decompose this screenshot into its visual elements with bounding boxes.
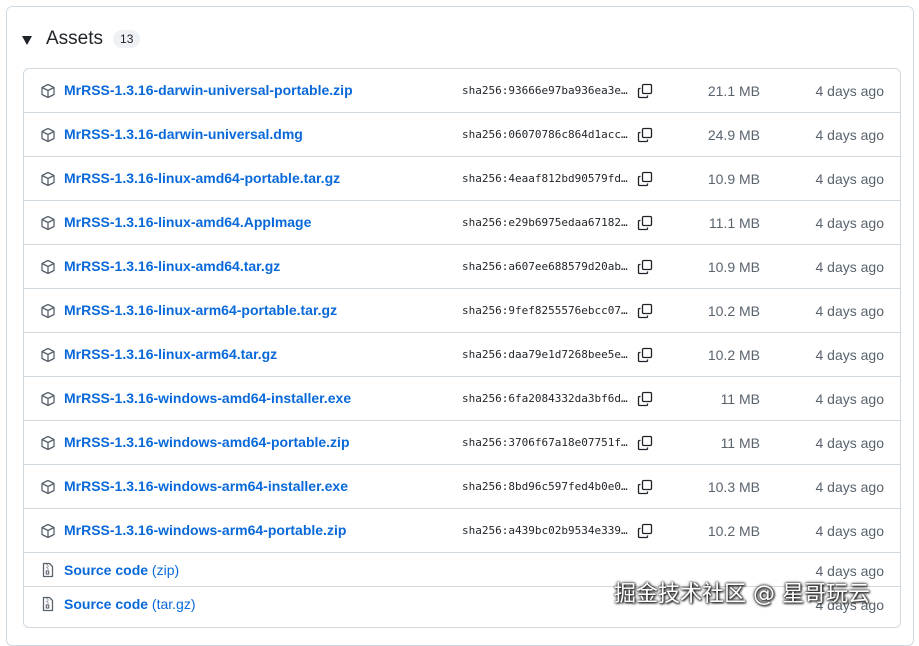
asset-size: 11 MB (720, 391, 760, 407)
copy-icon[interactable] (635, 477, 655, 497)
asset-download-link[interactable]: MrRSS-1.3.16-linux-arm64-portable.tar.gz (64, 302, 337, 318)
asset-sha256: sha256:a439bc02b9534e339… (462, 524, 628, 537)
asset-date: 4 days ago (815, 303, 885, 319)
asset-size: 10.3 MB (707, 479, 760, 495)
copy-icon[interactable] (635, 169, 655, 189)
package-icon (40, 435, 56, 451)
copy-icon[interactable] (635, 301, 655, 321)
asset-download-link[interactable]: MrRSS-1.3.16-windows-amd64-portable.zip (64, 434, 350, 450)
asset-size: 11 MB (720, 435, 760, 451)
asset-row: MrRSS-1.3.16-windows-amd64-installer.exe… (24, 377, 900, 421)
asset-date: 4 days ago (815, 435, 885, 451)
asset-download-link[interactable]: MrRSS-1.3.16-windows-arm64-installer.exe (64, 478, 348, 494)
asset-row: MrRSS-1.3.16-linux-arm64.tar.gz sha256:da… (24, 333, 900, 377)
asset-date: 4 days ago (815, 83, 885, 99)
asset-size: 10.9 MB (707, 259, 760, 275)
asset-row: MrRSS-1.3.16-darwin-universal-portable.z… (24, 69, 900, 113)
copy-icon[interactable] (635, 257, 655, 277)
asset-row: MrRSS-1.3.16-linux-amd64-portable.tar.gz… (24, 157, 900, 201)
package-icon (40, 347, 56, 363)
asset-sha256: sha256:06070786c864d1acc… (462, 128, 628, 141)
asset-date: 4 days ago (815, 479, 885, 495)
copy-icon[interactable] (635, 389, 655, 409)
package-icon (40, 479, 56, 495)
copy-icon[interactable] (635, 433, 655, 453)
copy-icon[interactable] (635, 345, 655, 365)
asset-download-link[interactable]: MrRSS-1.3.16-linux-amd64.tar.gz (64, 258, 280, 274)
asset-size: 10.2 MB (707, 347, 760, 363)
asset-sha256: sha256:3706f67a18e07751f… (462, 436, 628, 449)
package-icon (40, 391, 56, 407)
source-code-label: Source code (64, 596, 149, 612)
package-icon (40, 259, 56, 275)
asset-row: MrRSS-1.3.16-linux-arm64-portable.tar.gz… (24, 289, 900, 333)
asset-row: MrRSS-1.3.16-windows-amd64-portable.zip s… (24, 421, 900, 465)
asset-size: 21.1 MB (707, 83, 760, 99)
asset-size: 10.2 MB (707, 303, 760, 319)
asset-download-link[interactable]: MrRSS-1.3.16-windows-amd64-installer.exe (64, 390, 351, 406)
asset-download-link[interactable]: MrRSS-1.3.16-darwin-universal.dmg (64, 126, 303, 142)
copy-icon[interactable] (635, 125, 655, 145)
asset-download-link[interactable]: MrRSS-1.3.16-linux-amd64-portable.tar.gz (64, 170, 340, 186)
asset-date: 4 days ago (815, 391, 885, 407)
assets-title: Assets (46, 28, 104, 49)
package-icon (40, 303, 56, 319)
package-icon (40, 171, 56, 187)
package-icon (40, 523, 56, 539)
asset-sha256: sha256:9fef8255576ebcc07… (462, 304, 628, 317)
asset-size: 10.2 MB (707, 523, 760, 539)
source-code-link[interactable]: Source code (tar.gz) (64, 596, 196, 612)
asset-date: 4 days ago (815, 215, 885, 231)
asset-row: MrRSS-1.3.16-windows-arm64-portable.zip s… (24, 509, 900, 553)
asset-download-link[interactable]: MrRSS-1.3.16-windows-arm64-portable.zip (64, 522, 346, 538)
file-zip-icon (40, 596, 56, 612)
source-code-format: (zip) (151, 562, 180, 578)
asset-size: 10.9 MB (707, 171, 760, 187)
package-icon (40, 215, 56, 231)
package-icon (40, 83, 56, 99)
asset-download-link[interactable]: MrRSS-1.3.16-linux-arm64.tar.gz (64, 346, 277, 362)
asset-date: 4 days ago (815, 347, 885, 363)
asset-sha256: sha256:daa79e1d7268bee5e… (462, 348, 628, 361)
asset-sha256: sha256:e29b6975edaa67182… (462, 216, 628, 229)
asset-row: MrRSS-1.3.16-windows-arm64-installer.exe… (24, 465, 900, 509)
asset-sha256: sha256:6fa2084332da3bf6d… (462, 392, 628, 405)
asset-date: 4 days ago (815, 259, 885, 275)
source-code-link[interactable]: Source code (zip) (64, 562, 179, 578)
assets-count-badge: 13 (113, 30, 141, 48)
asset-date: 4 days ago (815, 171, 885, 187)
asset-sha256: sha256:a607ee688579d20ab… (462, 260, 628, 273)
assets-list: MrRSS-1.3.16-darwin-universal-portable.z… (23, 68, 901, 628)
copy-icon[interactable] (635, 213, 655, 233)
copy-icon[interactable] (635, 521, 655, 541)
asset-row: MrRSS-1.3.16-darwin-universal.dmg sha256:… (24, 113, 900, 157)
asset-row: MrRSS-1.3.16-linux-amd64.AppImage sha256:… (24, 201, 900, 245)
file-zip-icon (40, 562, 56, 578)
asset-download-link[interactable]: MrRSS-1.3.16-linux-amd64.AppImage (64, 214, 311, 230)
assets-header[interactable]: Assets 13 (22, 24, 141, 54)
copy-icon[interactable] (635, 81, 655, 101)
asset-download-link[interactable]: MrRSS-1.3.16-darwin-universal-portable.z… (64, 82, 353, 98)
asset-sha256: sha256:8bd96c597fed4b0e0… (462, 480, 628, 493)
asset-sha256: sha256:93666e97ba936ea3e… (462, 84, 628, 97)
asset-size: 24.9 MB (707, 127, 760, 143)
asset-row: MrRSS-1.3.16-linux-amd64.tar.gz sha256:a6… (24, 245, 900, 289)
source-code-format: (tar.gz) (151, 596, 196, 612)
asset-date: 4 days ago (815, 127, 885, 143)
asset-size: 11.1 MB (708, 215, 760, 231)
package-icon (40, 127, 56, 143)
triangle-down-icon[interactable] (22, 35, 32, 45)
asset-date: 4 days ago (815, 523, 885, 539)
asset-sha256: sha256:4eaaf812bd90579fd… (462, 172, 628, 185)
watermark: 掘金技术社区 @ 星哥玩云 (614, 582, 870, 607)
source-code-label: Source code (64, 562, 149, 578)
